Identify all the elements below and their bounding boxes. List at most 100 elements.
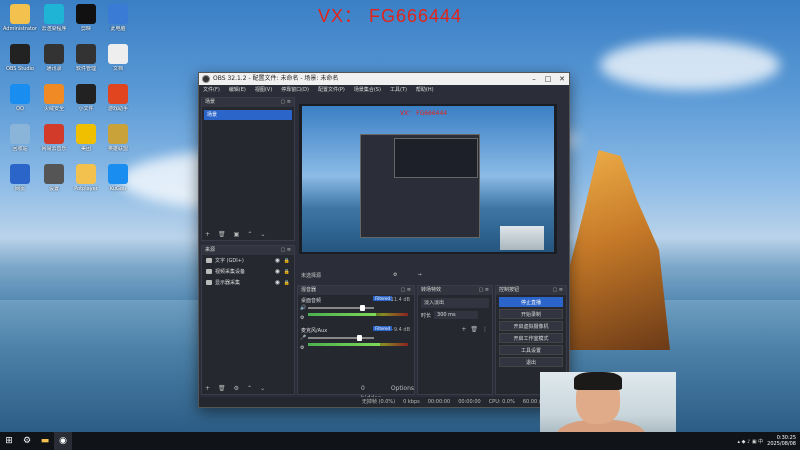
volume-slider[interactable] — [308, 335, 374, 341]
menu-item[interactable]: 工具(T) — [390, 85, 407, 95]
obs-title-bar[interactable]: OBS 32.1.2 - 配置文件: 未命名 - 场景: 未命名 – □ ✕ — [199, 73, 569, 85]
desktop-icon[interactable]: 网页 — [2, 164, 38, 192]
desktop-icon[interactable]: Potplayer — [68, 164, 104, 192]
remove-source-icon[interactable]: 🗑 — [218, 384, 226, 394]
volume-slider[interactable] — [308, 305, 374, 311]
desktop-icon[interactable]: 火绒安全 — [36, 84, 72, 112]
panel-menu-icon[interactable]: ▢ ≡ — [400, 286, 411, 295]
panel-menu-icon[interactable]: ▢ ≡ — [478, 286, 489, 295]
lock-icon[interactable]: 🔒 — [284, 269, 290, 275]
desktop-icon[interactable]: 通讯录 — [36, 44, 72, 72]
sources-title: 来源 — [205, 247, 216, 253]
desktop-icon[interactable]: 网易云音乐 — [36, 124, 72, 152]
close-icon[interactable]: ✕ — [555, 73, 569, 85]
source-label: 显示器采集 — [215, 280, 241, 286]
desktop-icon-label: 文档 — [112, 66, 123, 72]
filter-icon[interactable]: ▣ — [234, 230, 240, 240]
menu-item[interactable]: 文件(F) — [203, 85, 220, 95]
desktop-icon[interactable]: 文档 — [100, 44, 136, 72]
add-transition-icon[interactable]: + — [461, 326, 466, 333]
desktop-icon-label: 英雄联盟 — [107, 146, 128, 152]
desktop-icon[interactable]: 英雄联盟 — [100, 124, 136, 152]
desktop-icon[interactable]: 小文件 — [68, 84, 104, 112]
volume-knob[interactable] — [360, 305, 366, 311]
obs-menu-bar: 文件(F) 编辑(E) 视图(V) 停靠窗口(D) 配置文件(P) 场景集合(S… — [199, 85, 569, 95]
desktop-icon[interactable]: QQ — [2, 84, 38, 112]
maximize-icon[interactable]: □ — [541, 73, 555, 85]
app-icon — [10, 44, 30, 64]
menu-item[interactable]: 配置文件(P) — [318, 85, 345, 95]
menu-item[interactable]: 视图(V) — [255, 85, 272, 95]
microphone-icon[interactable]: 🎤 — [300, 335, 306, 341]
lock-icon[interactable]: 🔒 — [284, 280, 290, 286]
start-recording-button[interactable]: 开始录制 — [499, 309, 563, 319]
exit-button[interactable]: 退出 — [499, 357, 563, 367]
eye-icon[interactable]: ◉ — [275, 268, 280, 275]
scenes-panel: 场景 ▢ ≡ 场景 + 🗑 ▣ ⌃ ⌄ — [201, 97, 295, 241]
desktop-icon[interactable]: KuGou — [100, 164, 136, 192]
minimize-icon[interactable]: – — [527, 73, 541, 85]
add-scene-icon[interactable]: + — [205, 230, 210, 240]
studio-mode-button[interactable]: 开启工作室模式 — [499, 333, 563, 343]
move-up-icon[interactable]: ⌃ — [247, 384, 252, 394]
windows-start-icon[interactable]: ⊞ — [0, 432, 18, 450]
source-item[interactable]: 显示器采集 ◉ 🔒 — [202, 277, 294, 288]
panel-menu-icon[interactable]: ▢ ≡ — [280, 246, 291, 255]
gear-icon[interactable]: ⚙ — [393, 272, 397, 278]
obs-window[interactable]: OBS 32.1.2 - 配置文件: 未命名 - 场景: 未命名 – □ ✕ 文… — [198, 72, 571, 408]
obs-taskbar-icon[interactable]: ◉ — [54, 432, 72, 450]
desktop-icon[interactable]: 美团 — [68, 124, 104, 152]
filtered-badge: Filtered — [373, 326, 392, 331]
desktop-icon[interactable]: 回收站 — [2, 124, 38, 152]
volume-knob[interactable] — [357, 335, 363, 341]
eye-icon[interactable]: ◉ — [275, 257, 280, 264]
preview-canvas[interactable]: VX： FG666444 — [299, 104, 557, 254]
gear-icon[interactable]: ⚙ — [300, 315, 304, 321]
speaker-icon[interactable]: 🔊 — [300, 305, 306, 311]
scene-list-item[interactable]: 场景 — [204, 110, 292, 120]
notification-icons[interactable]: ▴ ◆ ♪ ▣ 中 — [738, 438, 764, 445]
desktop-icon[interactable]: 云渲染程序 — [36, 4, 72, 32]
stop-streaming-button[interactable]: 停止直播 — [499, 297, 563, 307]
gear-icon[interactable]: ⚙ — [234, 384, 239, 394]
move-down-icon[interactable]: ⌄ — [260, 230, 265, 240]
source-item[interactable]: 视频采集设备 ◉ 🔒 — [202, 266, 294, 277]
desktop-icon[interactable]: 此电脑 — [100, 4, 136, 32]
move-up-icon[interactable]: ⌃ — [247, 230, 252, 240]
desktop-icon[interactable]: OBS Studio — [2, 44, 38, 72]
more-icon[interactable]: ⋮ — [482, 326, 488, 333]
options-button[interactable]: Options — [391, 384, 414, 394]
remove-scene-icon[interactable]: 🗑 — [218, 230, 226, 240]
move-down-icon[interactable]: ⌄ — [260, 384, 265, 394]
add-source-icon[interactable]: + — [205, 384, 210, 394]
menu-item[interactable]: 场景集合(S) — [354, 85, 381, 95]
panel-menu-icon[interactable]: ▢ ≡ — [280, 98, 291, 107]
clock[interactable]: 0:30:25 2025/08/08 — [767, 435, 796, 447]
duration-input[interactable]: 300 ms — [434, 311, 479, 319]
settings-gear-icon[interactable]: ⚙ — [18, 432, 36, 450]
desktop-icon[interactable]: 游戏助手 — [100, 84, 136, 112]
settings-button[interactable]: 工具设置 — [499, 345, 563, 355]
scenes-title: 场景 — [205, 99, 216, 105]
filter-button[interactable]: → — [418, 272, 422, 278]
eye-icon[interactable]: ◉ — [275, 279, 280, 286]
menu-item[interactable]: 编辑(E) — [229, 85, 246, 95]
file-explorer-icon[interactable]: ▬ — [36, 432, 54, 450]
panel-menu-icon[interactable]: ▢ ≡ — [552, 286, 563, 295]
desktop-icon[interactable]: 设置 — [36, 164, 72, 192]
desktop-icon[interactable]: 软件管理 — [68, 44, 104, 72]
remove-transition-icon[interactable]: 🗑 — [470, 326, 478, 333]
menu-item[interactable]: 停靠窗口(D) — [281, 85, 309, 95]
gear-icon[interactable]: ⚙ — [300, 345, 304, 351]
lock-icon[interactable]: 🔒 — [284, 258, 290, 264]
system-tray: ▴ ◆ ♪ ▣ 中 0:30:25 2025/08/08 — [738, 432, 796, 450]
app-icon — [44, 164, 64, 184]
level-fill — [308, 313, 376, 316]
start-virtual-camera-button[interactable]: 开启虚拟摄像机 — [499, 321, 563, 331]
desktop-icon[interactable]: 剪映 — [68, 4, 104, 32]
source-item[interactable]: 文字 (GDI+) ◉ 🔒 — [202, 255, 294, 266]
transition-select[interactable]: 淡入淡出 — [421, 298, 489, 308]
desktop-icon[interactable]: Administrator — [2, 4, 38, 32]
menu-item[interactable]: 帮助(H) — [416, 85, 434, 95]
desktop-icon-label: OBS Studio — [6, 66, 34, 72]
